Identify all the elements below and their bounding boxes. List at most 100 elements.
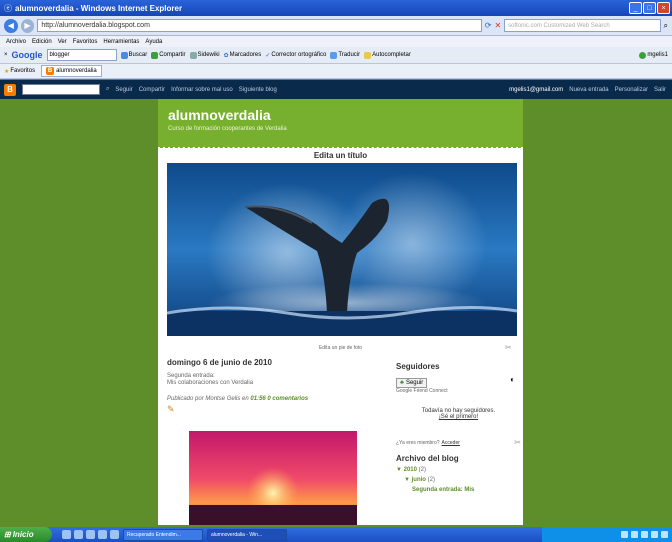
- tray-icon[interactable]: [661, 531, 668, 538]
- photo-caption[interactable]: Edita un pie de foto: [158, 345, 523, 351]
- start-button[interactable]: ⊞ Inicio: [0, 527, 52, 542]
- menu-edicion[interactable]: Edición: [32, 39, 52, 45]
- tray-icon[interactable]: [631, 531, 638, 538]
- blog-search-icon[interactable]: ⌕: [106, 86, 109, 93]
- blog-title[interactable]: alumnoverdalia: [168, 107, 513, 123]
- archive-month-label: junio: [411, 477, 426, 483]
- follow-icon: ♣: [400, 380, 404, 386]
- favorites-bar: ★ Favoritos B alumnoverdalia: [0, 64, 672, 79]
- minimize-button[interactable]: _: [629, 2, 642, 14]
- system-tray: [542, 527, 672, 542]
- quick-launch-icon[interactable]: [62, 530, 71, 539]
- menu-ver[interactable]: Ver: [58, 39, 67, 45]
- be-first-link[interactable]: ¡Sé el primero!: [396, 414, 521, 420]
- nav-customize[interactable]: Personalizar: [615, 87, 648, 93]
- taskbar-button-ie[interactable]: alumnoverdalia - Win...: [207, 528, 287, 541]
- favorites-label: Favoritos: [10, 68, 36, 74]
- quick-launch-icon[interactable]: [98, 530, 107, 539]
- maximize-button[interactable]: □: [643, 2, 656, 14]
- menu-favoritos[interactable]: Favoritos: [73, 39, 98, 45]
- google-search-button[interactable]: Buscar: [120, 51, 148, 59]
- taskbar-button-label: alumnoverdalia - Win...: [211, 531, 263, 538]
- google-search-input[interactable]: blogger: [46, 49, 117, 61]
- translate-icon: [330, 51, 338, 59]
- nav-logout[interactable]: Salir: [654, 87, 666, 93]
- autofill-icon: [364, 51, 372, 59]
- forward-button[interactable]: ▶: [20, 18, 35, 33]
- quick-launch-icon[interactable]: [110, 530, 119, 539]
- sidewiki-button[interactable]: Sidewiki: [189, 51, 220, 59]
- quick-launch-icon[interactable]: [86, 530, 95, 539]
- close-toolbar-icon[interactable]: ×: [4, 52, 8, 58]
- bookmarks-label: Marcadores: [229, 52, 262, 58]
- user-email: mgelis1@gmail.com: [509, 86, 564, 93]
- post-date: domingo 6 de junio de 2010: [167, 358, 272, 367]
- tab-alumnoverdalia[interactable]: B alumnoverdalia: [41, 65, 102, 77]
- menu-herramientas[interactable]: Herramientas: [103, 39, 139, 45]
- gfc-logo-icon: ◐: [510, 375, 515, 384]
- archive-entry-link[interactable]: Segunda entrada: Mis: [396, 487, 521, 493]
- google-query: blogger: [49, 52, 70, 58]
- back-button[interactable]: ◀: [4, 18, 18, 33]
- archive-month[interactable]: ▼ junio (2): [396, 477, 521, 483]
- taskbar: ⊞ Inicio Recuperado Entendim... alumnove…: [0, 527, 672, 542]
- nav-report[interactable]: Informar sobre mal uso: [171, 87, 233, 93]
- edit-caption-wrench-icon[interactable]: ✂: [505, 343, 512, 352]
- nav-compartir[interactable]: Compartir: [139, 87, 165, 93]
- quick-launch: [56, 530, 119, 539]
- autofill-button[interactable]: Autocompletar: [364, 51, 411, 59]
- blogger-logo-icon[interactable]: B: [4, 83, 16, 96]
- google-search-label: Buscar: [128, 52, 148, 58]
- translate-button[interactable]: Traducir: [330, 51, 360, 59]
- archive-year[interactable]: ▼ 2010 (2): [396, 467, 521, 473]
- edit-gadget-wrench-icon[interactable]: ✂: [514, 438, 521, 447]
- share-button[interactable]: Compartir: [151, 51, 186, 59]
- window-titlebar: ⓔ alumnoverdalia - Windows Internet Expl…: [0, 0, 672, 16]
- edit-post-pencil-icon[interactable]: ✎: [167, 404, 377, 415]
- nav-new-post[interactable]: Nueva entrada: [569, 87, 608, 93]
- archive-month-count: (2): [427, 477, 435, 483]
- tray-icon[interactable]: [621, 531, 628, 538]
- nav-seguir[interactable]: Seguir: [115, 87, 132, 93]
- tray-icon[interactable]: [651, 531, 658, 538]
- login-link[interactable]: Acceder: [442, 440, 460, 446]
- edit-title[interactable]: Edita un título: [158, 148, 523, 164]
- favorites-button[interactable]: ★ Favoritos: [4, 68, 35, 75]
- ie-icon: ⓔ: [4, 3, 12, 13]
- search-input[interactable]: softonic.com Customized Web Search: [504, 19, 661, 32]
- blog-header: alumnoverdalia Curso de formación cooper…: [158, 99, 523, 147]
- blog-search-input[interactable]: [22, 84, 100, 95]
- nav-next-blog[interactable]: Siguiente blog: [239, 87, 277, 93]
- archive-year-label: 2010: [403, 467, 417, 473]
- menu-archivo[interactable]: Archivo: [6, 39, 26, 45]
- spellcheck-button[interactable]: ✓ Corrector ortográfico: [265, 52, 326, 59]
- menu-ayuda[interactable]: Ayuda: [145, 39, 162, 45]
- quick-launch-icon[interactable]: [74, 530, 83, 539]
- search-icon: [120, 51, 128, 59]
- taskbar-button-recuperado[interactable]: Recuperado Entendim...: [123, 528, 203, 541]
- close-button[interactable]: ×: [657, 2, 670, 14]
- menu-bar: Archivo Edición Ver Favoritos Herramient…: [0, 36, 672, 47]
- refresh-icon[interactable]: ⟳: [485, 21, 492, 30]
- post-body: Mis colaboraciones con Verdalia: [167, 380, 254, 386]
- account-button[interactable]: mgelis1: [639, 51, 672, 59]
- post-author: Publicado por Montse Gelis en: [167, 396, 249, 402]
- search-icon[interactable]: ⌕: [664, 21, 668, 31]
- member-prefix: ¿Ya eres miembro?: [396, 439, 440, 446]
- post-title[interactable]: Segunda entrada:: [167, 373, 377, 379]
- address-bar: ◀ ▶ http://alumnoverdalia.blogspot.com ⟳…: [0, 16, 672, 36]
- tray-icon[interactable]: [641, 531, 648, 538]
- bookmarks-button[interactable]: ✿ Marcadores: [224, 52, 262, 59]
- star-icon: ✿: [223, 52, 229, 59]
- stop-icon[interactable]: ✕: [494, 21, 501, 30]
- url-input[interactable]: http://alumnoverdalia.blogspot.com: [37, 19, 482, 32]
- follow-button[interactable]: ♣ Seguir: [396, 378, 428, 388]
- archive-heading: Archivo del blog: [396, 454, 459, 463]
- followers-heading: Seguidores: [396, 362, 440, 371]
- member-line: ¿Ya eres miembro? Acceder ✂: [396, 438, 521, 447]
- tab-label: alumnoverdalia: [56, 68, 97, 74]
- post-time-link[interactable]: 01:56: [250, 396, 265, 402]
- google-toolbar: × Google blogger Buscar Compartir Sidewi…: [0, 47, 672, 64]
- autofill-label: Autocompletar: [372, 52, 411, 58]
- post-comments-link[interactable]: 0 comentarios: [267, 396, 308, 402]
